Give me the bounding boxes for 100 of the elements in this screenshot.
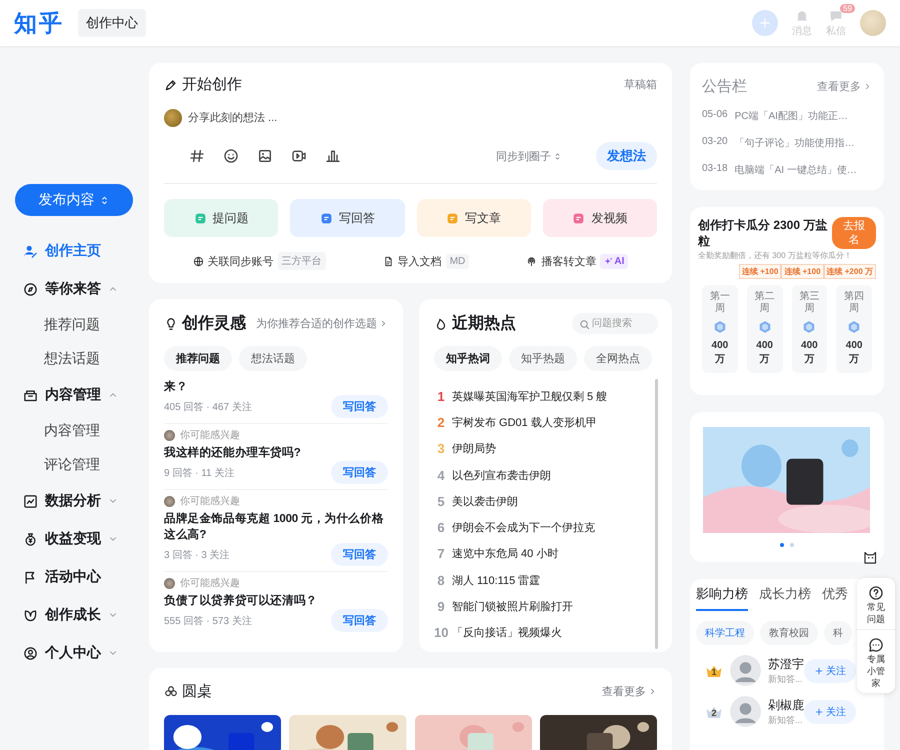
topic-icon[interactable] [189, 148, 205, 164]
card-title: 圆桌 [182, 682, 212, 701]
question-title[interactable]: 来？ [164, 379, 388, 395]
search-icon [579, 319, 590, 330]
topic-link[interactable]: 智能门锁被照片刷脸打开 [452, 599, 573, 614]
user-name[interactable]: 剁椒鹿 [768, 696, 804, 714]
action-button[interactable]: 提问题 [164, 199, 278, 237]
date: 05-06 [702, 109, 728, 122]
link[interactable]: 关联同步账号 [208, 254, 274, 268]
topic-link[interactable]: 美以袭击伊朗 [452, 494, 518, 509]
category-chip[interactable]: 科学工程 [696, 621, 754, 645]
nav-item[interactable]: 活动中心 [0, 558, 149, 596]
action-button[interactable]: 发视频 [542, 199, 657, 237]
link[interactable]: 导入文档 [398, 254, 442, 268]
source-label: 你可能感兴趣 [180, 428, 240, 442]
nav-item[interactable]: 个人中心 [0, 634, 149, 672]
date: 03-20 [702, 136, 728, 149]
user-description: 新知答... [768, 672, 804, 686]
reward-amount: 400 万 [710, 339, 730, 367]
card-title: 公告栏 [702, 77, 747, 96]
topic-link[interactable]: 湖人 110:115 雷霆 [452, 572, 540, 588]
tab[interactable]: 全网热点 [584, 346, 652, 371]
tab[interactable]: 推荐问题 [164, 346, 232, 371]
question-stats: 3 回答 · 3 关注 [164, 548, 230, 562]
search-field[interactable]: 问题搜索 [572, 313, 658, 334]
follow-button[interactable]: 关注 [804, 658, 856, 682]
nav-item[interactable]: 创作成长 [0, 596, 149, 634]
carousel-dot[interactable] [780, 543, 784, 547]
notice-link[interactable]: PC端「AI配图」功能正… [734, 109, 848, 123]
avatar [164, 578, 175, 588]
topic-link[interactable]: 以色列宣布袭击伊朗 [452, 468, 551, 483]
topic-link[interactable]: 英媒曝英国海军护卫舰仅剩 5 艘 [452, 388, 608, 404]
drafts-link[interactable]: 草稿箱 [624, 77, 657, 92]
card-title: 创作灵感 [182, 314, 246, 334]
answer-button[interactable]: 写回答 [331, 461, 388, 484]
image-icon[interactable] [257, 148, 273, 164]
nav-subitem[interactable]: 评论管理 [0, 448, 149, 482]
globe-icon [192, 256, 204, 266]
logo[interactable]: 知乎 [14, 8, 64, 38]
question-stats: 9 回答 · 11 关注 [164, 466, 234, 480]
action-button[interactable]: 写文章 [416, 199, 531, 237]
follow-button[interactable]: 关注 [804, 700, 856, 724]
avatar[interactable] [860, 10, 886, 36]
plus-icon [814, 706, 824, 716]
assistant-button[interactable]: 专属小管家 [857, 629, 895, 693]
user-name[interactable]: 苏澄宇 [768, 656, 804, 672]
plus-icon [814, 666, 824, 676]
answer-button[interactable]: 写回答 [331, 395, 388, 418]
link[interactable]: 播客转文章 [541, 254, 596, 268]
tab[interactable]: 成长力榜 [759, 585, 811, 611]
nav-item[interactable]: 等你来答 [0, 270, 149, 308]
notice-link[interactable]: 「句子评论」功能使用指… [734, 136, 855, 150]
question-stats: 405 回答 · 467 关注 [164, 400, 252, 414]
tab[interactable]: 知乎热题 [509, 346, 577, 371]
doc-icon [382, 256, 394, 266]
answer-button[interactable]: 写回答 [331, 609, 388, 632]
nav-item[interactable]: 创作主页 [0, 232, 149, 270]
post-button[interactable]: 发想法 [596, 142, 657, 170]
topic-link[interactable]: 伊朗会不会成为下一个伊拉克 [452, 520, 595, 536]
question-title[interactable]: 负债了以贷养贷可以还清吗？ [164, 593, 388, 609]
nav-subitem[interactable]: 想法话题 [0, 342, 149, 376]
tab[interactable]: 优秀 [822, 585, 848, 611]
action-button[interactable]: 写回答 [290, 199, 404, 237]
more-link[interactable]: 查看更多 [602, 684, 657, 699]
topic-link[interactable]: 「反向接话」视频爆火 [452, 625, 562, 640]
composer-field[interactable]: 分享此刻的想法 ... [188, 112, 488, 124]
unread-badge: 59 [840, 4, 855, 13]
gem-icon [758, 320, 772, 334]
scrollbar[interactable] [655, 379, 658, 649]
topic-link[interactable]: 伊朗局势 [452, 441, 496, 456]
nav-subitem[interactable]: 内容管理 [0, 414, 149, 448]
question-title[interactable]: 品牌足金饰品每克超 1000 元，为什么价格这么高? [164, 511, 388, 543]
category-chip[interactable]: 教育校园 [760, 621, 818, 645]
tag: AI [600, 254, 628, 268]
notice-link[interactable]: 电脑端「AI 一键总结」使… [734, 163, 857, 177]
question-title[interactable]: 我这样的还能办理车贷吗? [164, 445, 388, 461]
more-link[interactable]: 为你推荐合适的创作选题 [256, 316, 388, 331]
tab[interactable]: 知乎热词 [434, 346, 502, 371]
answer-button[interactable]: 写回答 [331, 543, 388, 566]
compass-icon [23, 282, 38, 296]
faq-button[interactable]: 常见问题 [857, 578, 895, 629]
sync-dropdown[interactable]: 同步到圈子 [496, 148, 562, 164]
nav-item[interactable]: 收益变现 [0, 520, 149, 558]
category-chip[interactable]: 科 [824, 621, 852, 645]
topic-link[interactable]: 宇树发布 GD01 载人变形机甲 [452, 414, 597, 430]
chart-icon[interactable] [325, 148, 341, 164]
video-icon[interactable] [291, 148, 307, 164]
tab[interactable]: 想法话题 [239, 346, 307, 371]
person-icon [23, 244, 38, 258]
nav-item[interactable]: 内容管理 [0, 376, 149, 414]
nav-item[interactable]: 数据分析 [0, 482, 149, 520]
plus-icon [758, 16, 772, 30]
emoji-icon[interactable] [223, 148, 239, 164]
tab[interactable]: 影响力榜 [696, 585, 748, 611]
flower-icon [164, 684, 178, 698]
week-label: 第一周 [710, 291, 730, 315]
nav-subitem[interactable]: 推荐问题 [0, 308, 149, 342]
publish-button[interactable]: 发布内容 [15, 184, 133, 216]
carousel-dot[interactable] [790, 543, 794, 547]
topic-link[interactable]: 速览中东危局 40 小时 [452, 546, 558, 562]
